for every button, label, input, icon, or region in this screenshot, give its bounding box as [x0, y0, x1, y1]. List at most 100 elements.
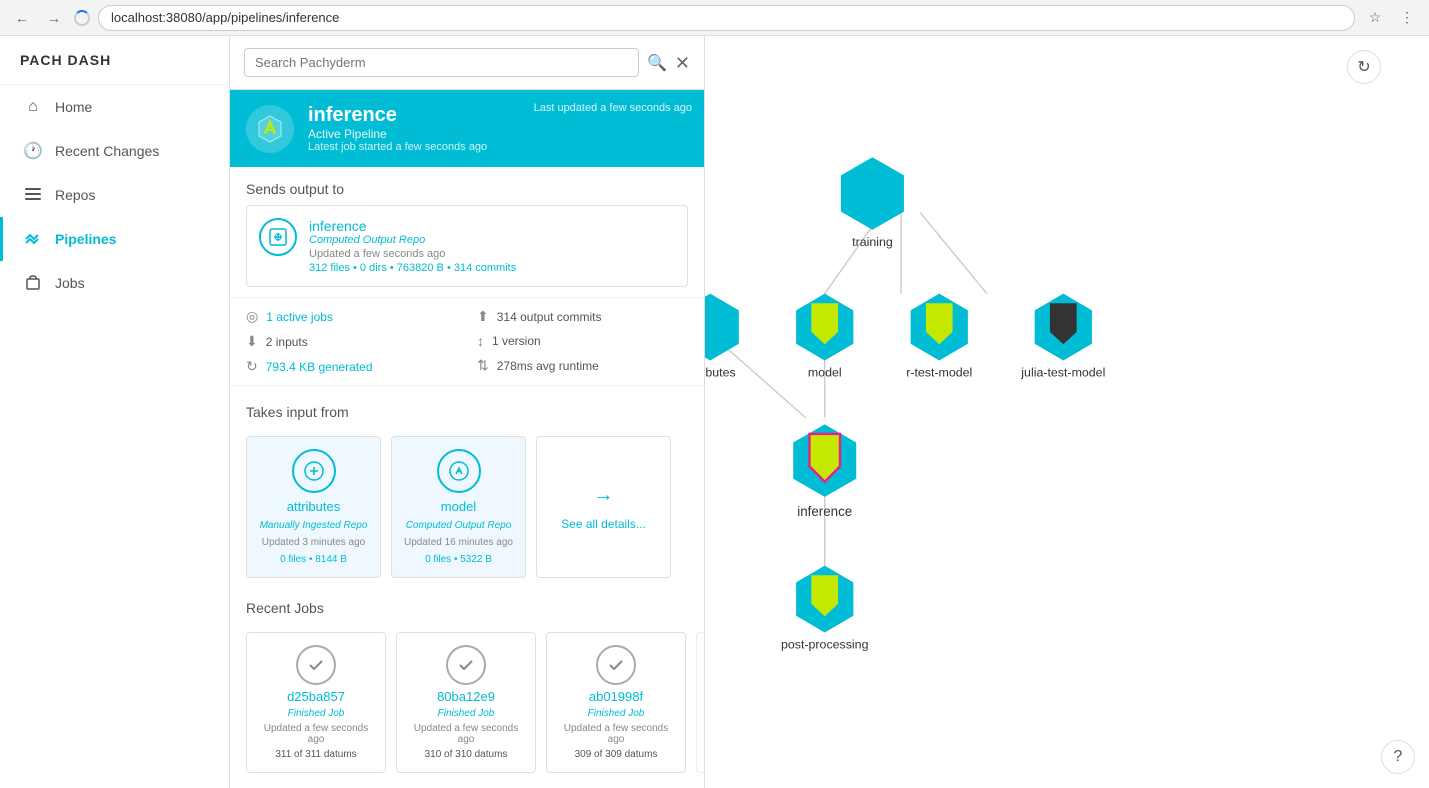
search-button[interactable]: 🔍	[647, 53, 667, 73]
menu-button[interactable]: ⋮	[1395, 6, 1419, 30]
url-bar[interactable]: localhost:38080/app/pipelines/inference	[98, 5, 1355, 31]
input-stats-attributes: 0 files • 8144 B	[280, 554, 347, 565]
version-icon: ↕	[477, 333, 484, 349]
sidebar-item-repos[interactable]: Repos	[0, 173, 229, 217]
pipeline-status: Active Pipeline	[308, 127, 688, 141]
svg-text:model: model	[808, 366, 842, 380]
takes-input-title: Takes input from	[230, 390, 704, 428]
input-name-model: model	[441, 499, 476, 514]
job-datums-0: 311 of 311 datums	[275, 749, 356, 760]
jobs-icon	[23, 273, 43, 293]
stat-version: ↕ 1 version	[477, 333, 688, 349]
close-button[interactable]: ✕	[675, 54, 690, 72]
main-content: 🔍 ✕ inference Active Pipeline Latest job	[230, 36, 1429, 788]
stat-generated: ↻ 793.4 KB generated	[246, 358, 457, 375]
sidebar-item-recent-changes[interactable]: 🕐 Recent Changes	[0, 129, 229, 173]
job-card-1[interactable]: 80ba12e9 Finished Job Updated a few seco…	[396, 632, 536, 773]
input-stats-model: 0 files • 5322 B	[425, 554, 492, 565]
input-updated-attributes: Updated 3 minutes ago	[262, 537, 365, 548]
sidebar-item-home[interactable]: ⌂ Home	[0, 85, 229, 129]
input-card-model[interactable]: model Computed Output Repo Updated 16 mi…	[391, 436, 526, 578]
output-repo-updated: Updated a few seconds ago	[309, 248, 516, 260]
bookmark-button[interactable]: ☆	[1363, 6, 1387, 30]
job-cards-container: d25ba857 Finished Job Updated a few seco…	[230, 624, 704, 781]
output-repo-card[interactable]: inference Computed Output Repo Updated a…	[246, 205, 688, 287]
svg-text:julia-test-model: julia-test-model	[1020, 366, 1105, 380]
help-button[interactable]: ?	[1381, 740, 1415, 774]
stat-output-commits: ⬆ 314 output commits	[477, 308, 688, 325]
job-id-2: ab01998f	[589, 689, 643, 704]
node-training[interactable]: training	[841, 157, 904, 249]
job-id-0: d25ba857	[287, 689, 345, 704]
active-jobs-icon: ◎	[246, 308, 258, 325]
job-card-3[interactable]: 7e... Fini... Upd...	[696, 632, 704, 773]
output-repo-type: Computed Output Repo	[309, 234, 516, 246]
pipeline-header: inference Active Pipeline Latest job sta…	[230, 90, 704, 167]
job-status-1: Finished Job	[438, 708, 495, 719]
job-status-2: Finished Job	[588, 708, 645, 719]
node-inference[interactable]: inference	[793, 424, 856, 519]
output-commits-icon: ⬆	[477, 308, 489, 325]
sends-output-title: Sends output to	[230, 167, 704, 205]
sidebar-label-jobs: Jobs	[55, 275, 85, 291]
panel-content[interactable]: Sends output to inference Computed Outpu…	[230, 167, 704, 788]
job-datums-1: 310 of 310 datums	[425, 749, 508, 760]
stat-avg-runtime: ⇅ 278ms avg runtime	[477, 357, 688, 374]
see-all-arrow-icon: →	[594, 484, 614, 507]
sidebar-label-repos: Repos	[55, 187, 95, 203]
pipeline-icon-wrapper	[246, 105, 294, 153]
graph-refresh-button[interactable]: ↻	[1347, 50, 1381, 84]
stats-row: ◎ 1 active jobs ⬇ 2 inputs ↻ 793.4 KB ge…	[230, 297, 704, 386]
input-name-attributes: attributes	[287, 499, 340, 514]
repos-icon	[23, 185, 43, 205]
attributes-icon	[292, 449, 336, 493]
input-cards-container: attributes Manually Ingested Repo Update…	[230, 428, 704, 586]
search-input[interactable]	[244, 48, 639, 77]
input-type-model: Computed Output Repo	[406, 520, 512, 531]
node-r-test-model[interactable]: r-test-model	[906, 294, 972, 380]
home-icon: ⌂	[23, 97, 43, 117]
generated-icon: ↻	[246, 358, 258, 375]
node-model[interactable]: model	[796, 294, 853, 380]
job-icon-2	[596, 645, 636, 685]
job-id-1: 80ba12e9	[437, 689, 495, 704]
job-updated-1: Updated a few seconds ago	[409, 723, 523, 745]
job-icon-0	[296, 645, 336, 685]
stat-active-jobs: ◎ 1 active jobs	[246, 308, 457, 325]
pipelines-icon	[23, 229, 43, 249]
output-repo-stats: 312 files • 0 dirs • 763820 B • 314 comm…	[309, 262, 516, 274]
recent-jobs-title: Recent Jobs	[230, 586, 704, 624]
search-bar: 🔍 ✕	[230, 36, 704, 90]
stats-col-right: ⬆ 314 output commits ↕ 1 version ⇅ 278ms…	[477, 308, 688, 375]
input-updated-model: Updated 16 minutes ago	[404, 537, 513, 548]
forward-button[interactable]: →	[42, 6, 66, 30]
svg-text:inference: inference	[797, 504, 852, 519]
job-updated-0: Updated a few seconds ago	[259, 723, 373, 745]
see-all-text: See all details...	[561, 517, 646, 531]
output-repo-name[interactable]: inference	[309, 218, 516, 234]
job-card-0[interactable]: d25ba857 Finished Job Updated a few seco…	[246, 632, 386, 773]
sidebar-label-recent-changes: Recent Changes	[55, 143, 159, 159]
sidebar-label-home: Home	[55, 99, 92, 115]
node-post-processing[interactable]: post-processing	[781, 566, 869, 652]
sidebar: PACH DASH ⌂ Home 🕐 Recent Changes Repos …	[0, 36, 230, 788]
pipeline-logo	[255, 114, 285, 144]
sidebar-item-jobs[interactable]: Jobs	[0, 261, 229, 305]
input-type-attributes: Manually Ingested Repo	[260, 520, 368, 531]
browser-chrome: ← → localhost:38080/app/pipelines/infere…	[0, 0, 1429, 36]
job-card-2[interactable]: ab01998f Finished Job Updated a few seco…	[546, 632, 686, 773]
job-datums-2: 309 of 309 datums	[575, 749, 658, 760]
inputs-icon: ⬇	[246, 333, 258, 350]
stats-col-left: ◎ 1 active jobs ⬇ 2 inputs ↻ 793.4 KB ge…	[246, 308, 457, 375]
runtime-icon: ⇅	[477, 357, 489, 374]
input-card-attributes[interactable]: attributes Manually Ingested Repo Update…	[246, 436, 381, 578]
repo-icon	[259, 218, 297, 256]
pipeline-job-info: Latest job started a few seconds ago	[308, 141, 688, 153]
see-all-card[interactable]: → See all details...	[536, 436, 671, 578]
svg-text:training: training	[852, 235, 893, 249]
svg-text:post-processing: post-processing	[781, 638, 869, 652]
sidebar-item-pipelines[interactable]: Pipelines	[0, 217, 229, 261]
back-button[interactable]: ←	[10, 6, 34, 30]
sidebar-label-pipelines: Pipelines	[55, 231, 116, 247]
node-julia-test-model[interactable]: julia-test-model	[1020, 294, 1105, 380]
